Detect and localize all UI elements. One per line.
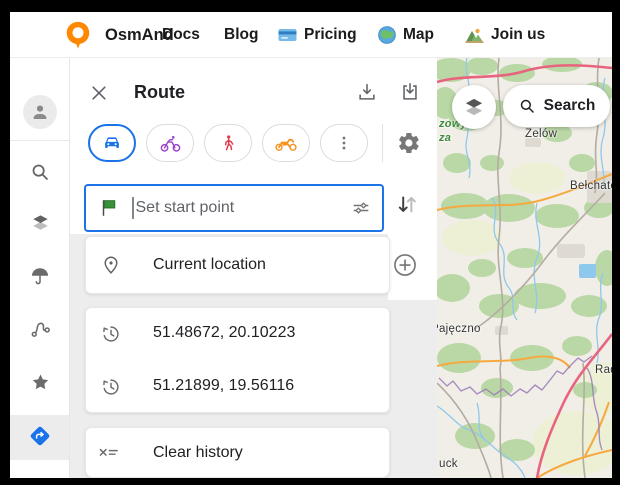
history-coordinates: 51.21899, 19.56116 — [153, 377, 294, 395]
search-icon — [29, 161, 51, 183]
layers-icon — [29, 211, 52, 234]
mode-more-button[interactable] — [320, 124, 368, 162]
mode-motorcycle-button[interactable] — [262, 124, 310, 162]
clear-history-label: Clear history — [153, 444, 243, 462]
gear-icon — [397, 131, 421, 155]
app-body: Route — [10, 58, 612, 478]
route-options-tune-icon[interactable] — [350, 197, 372, 219]
plus-circle-icon — [392, 252, 418, 278]
star-icon — [29, 371, 52, 394]
history-card: 51.48672, 20.10223 51.21899, 19.56116 — [85, 307, 390, 413]
mode-car-button[interactable] — [88, 124, 136, 162]
motorcycle-icon — [274, 131, 298, 155]
umbrella-icon — [29, 265, 51, 287]
location-pin-icon — [99, 253, 123, 277]
text-cursor — [132, 197, 134, 219]
sidebar-item-account[interactable] — [23, 95, 57, 129]
layers-icon — [461, 94, 487, 120]
history-coordinates: 51.48672, 20.10223 — [153, 324, 295, 342]
route-panel: Route — [70, 58, 437, 478]
nav-link-blog[interactable]: Blog — [224, 12, 258, 58]
directions-icon — [28, 423, 52, 449]
mode-pedestrian-button[interactable] — [204, 124, 252, 162]
osmand-web-app: OsmAnd Docs Blog Pricing Map — [10, 12, 612, 478]
sidebar-item-favorites[interactable] — [28, 370, 52, 394]
osmand-logo[interactable] — [63, 12, 93, 58]
globe-icon — [378, 26, 396, 44]
left-sidebar — [10, 58, 70, 478]
screenshot-frame: OsmAnd Docs Blog Pricing Map — [0, 0, 620, 485]
add-point-button[interactable] — [392, 252, 418, 278]
sidebar-divider — [10, 140, 69, 141]
download-icon — [356, 81, 378, 103]
history-clock-icon — [99, 322, 123, 346]
start-flag-icon — [98, 197, 120, 219]
sidebar-item-tracks[interactable] — [28, 316, 52, 340]
sidebar-item-search[interactable] — [28, 160, 52, 184]
history-clock-icon — [99, 375, 123, 399]
pricing-card-icon — [278, 27, 297, 43]
history-item[interactable]: 51.48672, 20.10223 — [86, 308, 389, 361]
more-dots-icon — [334, 133, 354, 153]
swap-points-button[interactable] — [394, 192, 420, 218]
panel-title: Route — [134, 82, 185, 103]
download-route-button[interactable] — [354, 79, 380, 105]
map-view[interactable]: zowy za Zelów Bełchatów Pajęczno Rad uck… — [437, 58, 612, 478]
close-route-panel-button[interactable] — [86, 80, 112, 106]
save-route-file-button[interactable] — [397, 79, 423, 105]
osmand-pin-icon — [63, 20, 93, 50]
map-layers-button[interactable] — [452, 85, 496, 129]
pedestrian-icon — [218, 133, 239, 154]
mode-row-divider — [382, 124, 383, 162]
bicycle-icon — [159, 132, 182, 155]
nav-link-map[interactable]: Map — [378, 12, 434, 58]
clear-history-option[interactable]: Clear history — [86, 428, 389, 477]
close-icon — [89, 83, 109, 103]
search-icon — [518, 97, 536, 115]
nav-link-join-us[interactable]: Join us — [465, 12, 545, 58]
map-search-button[interactable]: Search — [503, 85, 610, 127]
swap-arrows-icon — [394, 192, 420, 218]
sidebar-item-weather[interactable] — [28, 264, 52, 288]
clear-history-card: Clear history — [85, 427, 390, 478]
start-point-input[interactable] — [136, 199, 351, 217]
person-icon — [29, 101, 51, 123]
nav-link-docs[interactable]: Docs — [162, 12, 200, 58]
track-icon — [29, 317, 52, 340]
car-icon — [101, 132, 123, 154]
top-navbar: OsmAnd Docs Blog Pricing Map — [10, 12, 612, 58]
save-to-file-icon — [399, 81, 421, 103]
history-item[interactable]: 51.21899, 19.56116 — [86, 361, 389, 414]
current-location-label: Current location — [153, 256, 266, 274]
current-location-card: Current location — [85, 236, 390, 294]
mode-bicycle-button[interactable] — [146, 124, 194, 162]
sidebar-item-map-layers[interactable] — [28, 210, 52, 234]
search-button-label: Search — [544, 97, 596, 115]
start-point-field — [84, 184, 384, 232]
transport-mode-row — [88, 124, 368, 162]
sidebar-item-navigation[interactable] — [28, 424, 52, 448]
route-settings-button[interactable] — [396, 130, 422, 156]
nav-link-pricing[interactable]: Pricing — [278, 12, 357, 58]
current-location-option[interactable]: Current location — [86, 237, 389, 293]
join-us-icon — [465, 26, 484, 44]
clear-list-icon — [97, 441, 121, 465]
